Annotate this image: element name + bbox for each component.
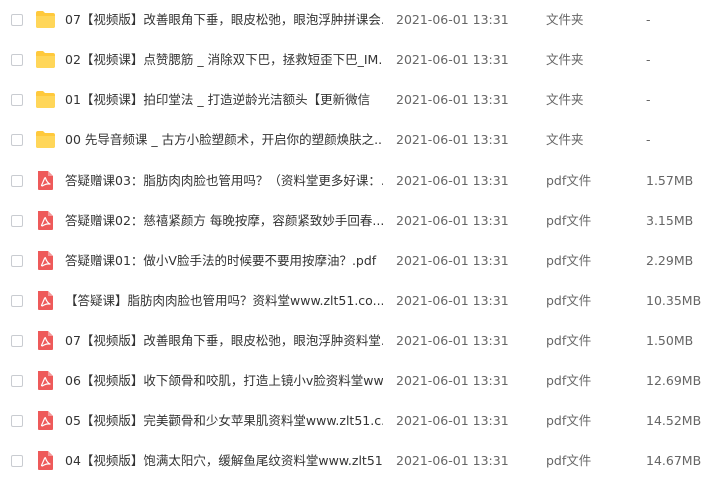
file-size: - bbox=[646, 92, 651, 107]
file-name[interactable]: 05【视频版】完美颧骨和少女苹果肌资料堂www.zlt51.c... bbox=[65, 412, 383, 430]
row-checkbox[interactable] bbox=[11, 335, 23, 347]
file-size: 10.35MB bbox=[646, 293, 702, 308]
file-type: 文件夹 bbox=[546, 12, 584, 27]
file-row[interactable]: 02【视频课】点赞腮筋 _ 消除双下巴，拯救短歪下巴_IM... 2021-06-… bbox=[0, 46, 727, 76]
file-type: 文件夹 bbox=[546, 52, 584, 67]
modified-date: 2021-06-01 13:31 bbox=[396, 213, 509, 228]
file-row[interactable]: 07【视频版】改善眼角下垂，眼皮松弛，眼泡浮肿拼课会... 2021-06-01 … bbox=[0, 6, 727, 36]
file-row[interactable]: 07【视频版】改善眼角下垂，眼皮松弛，眼泡浮肿资料堂... 2021-06-01 … bbox=[0, 327, 727, 357]
folder-icon bbox=[34, 128, 56, 150]
file-size: 3.15MB bbox=[646, 213, 694, 228]
file-row[interactable]: 答疑赠课02：慈禧紧颜方 每晚按摩，容颜紧致妙手回春... 2021-06-01 … bbox=[0, 207, 727, 237]
file-row[interactable]: 05【视频版】完美颧骨和少女苹果肌资料堂www.zlt51.c... 2021-0… bbox=[0, 407, 727, 437]
file-row[interactable]: 答疑赠课03：脂肪肉肉脸也管用吗？（资料堂更多好课：... 2021-06-01 … bbox=[0, 167, 727, 197]
file-name[interactable]: 07【视频版】改善眼角下垂，眼皮松弛，眼泡浮肿资料堂... bbox=[65, 332, 383, 350]
file-name[interactable]: 01【视频课】拍印堂法 _ 打造逆龄光洁额头【更新微信 bbox=[65, 91, 383, 109]
row-checkbox[interactable] bbox=[11, 134, 23, 146]
file-name[interactable]: 答疑赠课03：脂肪肉肉脸也管用吗？（资料堂更多好课：... bbox=[65, 172, 383, 190]
file-size: - bbox=[646, 52, 651, 67]
file-name[interactable]: 02【视频课】点赞腮筋 _ 消除双下巴，拯救短歪下巴_IM... bbox=[65, 51, 383, 69]
file-type: pdf文件 bbox=[546, 173, 592, 188]
row-checkbox[interactable] bbox=[11, 375, 23, 387]
folder-icon bbox=[34, 48, 56, 70]
pdf-file-icon bbox=[34, 329, 56, 351]
file-size: 14.67MB bbox=[646, 453, 702, 468]
modified-date: 2021-06-01 13:31 bbox=[396, 173, 509, 188]
file-type: pdf文件 bbox=[546, 213, 592, 228]
row-checkbox[interactable] bbox=[11, 215, 23, 227]
file-name[interactable]: 06【视频版】收下颌骨和咬肌，打造上镜小v脸资料堂ww... bbox=[65, 372, 383, 390]
file-size: 2.29MB bbox=[646, 253, 694, 268]
row-checkbox[interactable] bbox=[11, 295, 23, 307]
pdf-file-icon bbox=[34, 169, 56, 191]
modified-date: 2021-06-01 13:31 bbox=[396, 333, 509, 348]
file-row[interactable]: 00 先导音频课 _ 古方小脸塑颜术，开启你的塑颜焕肤之... 2021-06-0… bbox=[0, 126, 727, 156]
modified-date: 2021-06-01 13:31 bbox=[396, 132, 509, 147]
modified-date: 2021-06-01 13:31 bbox=[396, 373, 509, 388]
row-checkbox[interactable] bbox=[11, 255, 23, 267]
row-checkbox[interactable] bbox=[11, 94, 23, 106]
file-size: 14.52MB bbox=[646, 413, 702, 428]
file-size: 1.57MB bbox=[646, 173, 694, 188]
modified-date: 2021-06-01 13:31 bbox=[396, 453, 509, 468]
modified-date: 2021-06-01 13:31 bbox=[396, 52, 509, 67]
file-type: 文件夹 bbox=[546, 92, 584, 107]
folder-icon bbox=[34, 8, 56, 30]
file-name[interactable]: 【答疑课】脂肪肉肉脸也管用吗？资料堂www.zlt51.co... bbox=[65, 292, 383, 310]
file-row[interactable]: 06【视频版】收下颌骨和咬肌，打造上镜小v脸资料堂ww... 2021-06-01… bbox=[0, 367, 727, 397]
file-type: pdf文件 bbox=[546, 253, 592, 268]
file-size: - bbox=[646, 132, 651, 147]
file-type: pdf文件 bbox=[546, 413, 592, 428]
pdf-file-icon bbox=[34, 449, 56, 471]
file-type: pdf文件 bbox=[546, 333, 592, 348]
file-name[interactable]: 答疑赠课02：慈禧紧颜方 每晚按摩，容颜紧致妙手回春... bbox=[65, 212, 383, 230]
file-type: pdf文件 bbox=[546, 373, 592, 388]
file-name[interactable]: 00 先导音频课 _ 古方小脸塑颜术，开启你的塑颜焕肤之... bbox=[65, 131, 383, 149]
file-type: pdf文件 bbox=[546, 453, 592, 468]
file-row[interactable]: 答疑赠课01：做小V脸手法的时候要不要用按摩油？.pdf 2021-06-01 1… bbox=[0, 247, 727, 277]
file-size: 1.50MB bbox=[646, 333, 694, 348]
file-row[interactable]: 01【视频课】拍印堂法 _ 打造逆龄光洁额头【更新微信 2021-06-01 13… bbox=[0, 86, 727, 116]
pdf-file-icon bbox=[34, 289, 56, 311]
row-checkbox[interactable] bbox=[11, 54, 23, 66]
pdf-file-icon bbox=[34, 369, 56, 391]
pdf-file-icon bbox=[34, 409, 56, 431]
file-type: 文件夹 bbox=[546, 132, 584, 147]
file-name[interactable]: 答疑赠课01：做小V脸手法的时候要不要用按摩油？.pdf bbox=[65, 252, 383, 270]
row-checkbox[interactable] bbox=[11, 175, 23, 187]
file-size: 12.69MB bbox=[646, 373, 702, 388]
pdf-file-icon bbox=[34, 249, 56, 271]
pdf-file-icon bbox=[34, 209, 56, 231]
row-checkbox[interactable] bbox=[11, 455, 23, 467]
modified-date: 2021-06-01 13:31 bbox=[396, 413, 509, 428]
file-type: pdf文件 bbox=[546, 293, 592, 308]
modified-date: 2021-06-01 13:31 bbox=[396, 12, 509, 27]
modified-date: 2021-06-01 13:31 bbox=[396, 253, 509, 268]
file-size: - bbox=[646, 12, 651, 27]
file-row[interactable]: 04【视频版】饱满太阳穴，缓解鱼尾纹资料堂www.zlt51... 2021-06… bbox=[0, 447, 727, 477]
folder-icon bbox=[34, 88, 56, 110]
file-row[interactable]: 【答疑课】脂肪肉肉脸也管用吗？资料堂www.zlt51.co... 2021-06… bbox=[0, 287, 727, 317]
file-name[interactable]: 04【视频版】饱满太阳穴，缓解鱼尾纹资料堂www.zlt51... bbox=[65, 452, 383, 470]
file-name[interactable]: 07【视频版】改善眼角下垂，眼皮松弛，眼泡浮肿拼课会... bbox=[65, 11, 383, 29]
row-checkbox[interactable] bbox=[11, 415, 23, 427]
modified-date: 2021-06-01 13:31 bbox=[396, 92, 509, 107]
row-checkbox[interactable] bbox=[11, 14, 23, 26]
modified-date: 2021-06-01 13:31 bbox=[396, 293, 509, 308]
